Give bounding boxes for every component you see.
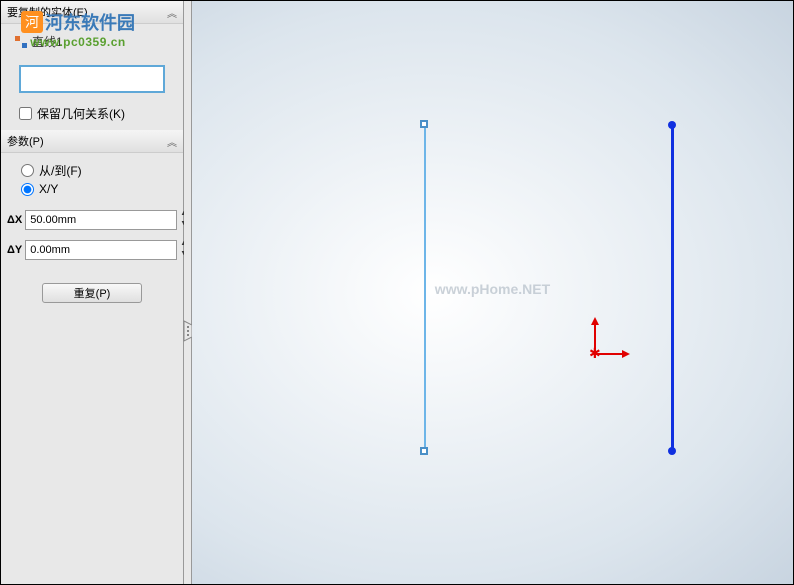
repeat-button[interactable]: 重复(P) [42, 283, 142, 303]
keep-relations-row[interactable]: 保留几何关系(K) [19, 105, 165, 122]
center-watermark: www.pHome.NET [435, 281, 550, 297]
sketch-line-copy[interactable] [671, 125, 674, 451]
from-to-radio[interactable] [21, 164, 34, 177]
params-title: 参数(P) [7, 133, 44, 149]
watermark-url: www.pc0359.cn [30, 35, 125, 49]
line-endpoint[interactable] [668, 447, 676, 455]
keep-relations-label: 保留几何关系(K) [37, 105, 125, 122]
collapse-icon[interactable]: ︽ [167, 134, 177, 149]
dx-label: ΔX [7, 214, 22, 226]
line-endpoint[interactable] [420, 120, 428, 128]
selection-box[interactable] [19, 65, 165, 93]
line-endpoint[interactable] [668, 121, 676, 129]
property-panel: 要复制的实体(E) ︽ 直线1 保留几何关系(K) 参数(P) ︽ 从/到(F)… [1, 1, 184, 584]
dy-row: ΔY ▲ ▼ [7, 240, 177, 260]
watermark-logo: 河 河东软件园 www.pc0359.cn [21, 9, 135, 49]
sketch-line-original[interactable] [424, 125, 426, 451]
collapse-icon[interactable]: ︽ [167, 5, 177, 20]
xy-row[interactable]: X/Y [21, 182, 163, 196]
dy-label: ΔY [7, 244, 22, 256]
line-endpoint[interactable] [420, 447, 428, 455]
from-to-row[interactable]: 从/到(F) [21, 162, 163, 179]
dy-input[interactable] [25, 240, 177, 260]
params-section-header[interactable]: 参数(P) ︽ [1, 130, 183, 153]
mode-radio-group: 从/到(F) X/Y [21, 159, 163, 199]
graphics-canvas[interactable]: ✱ www.pHome.NET [192, 1, 793, 584]
keep-relations-checkbox[interactable] [19, 107, 32, 120]
xy-radio[interactable] [21, 183, 34, 196]
xy-label: X/Y [39, 182, 58, 196]
watermark-icon: 河 [21, 11, 43, 33]
watermark-main-text: 河东软件园 [45, 9, 135, 35]
panel-divider[interactable] [184, 1, 192, 584]
from-to-label: 从/到(F) [39, 162, 82, 179]
dx-input[interactable] [25, 210, 177, 230]
dx-row: ΔX ▲ ▼ [7, 210, 177, 230]
origin-star-icon: ✱ [589, 348, 601, 358]
